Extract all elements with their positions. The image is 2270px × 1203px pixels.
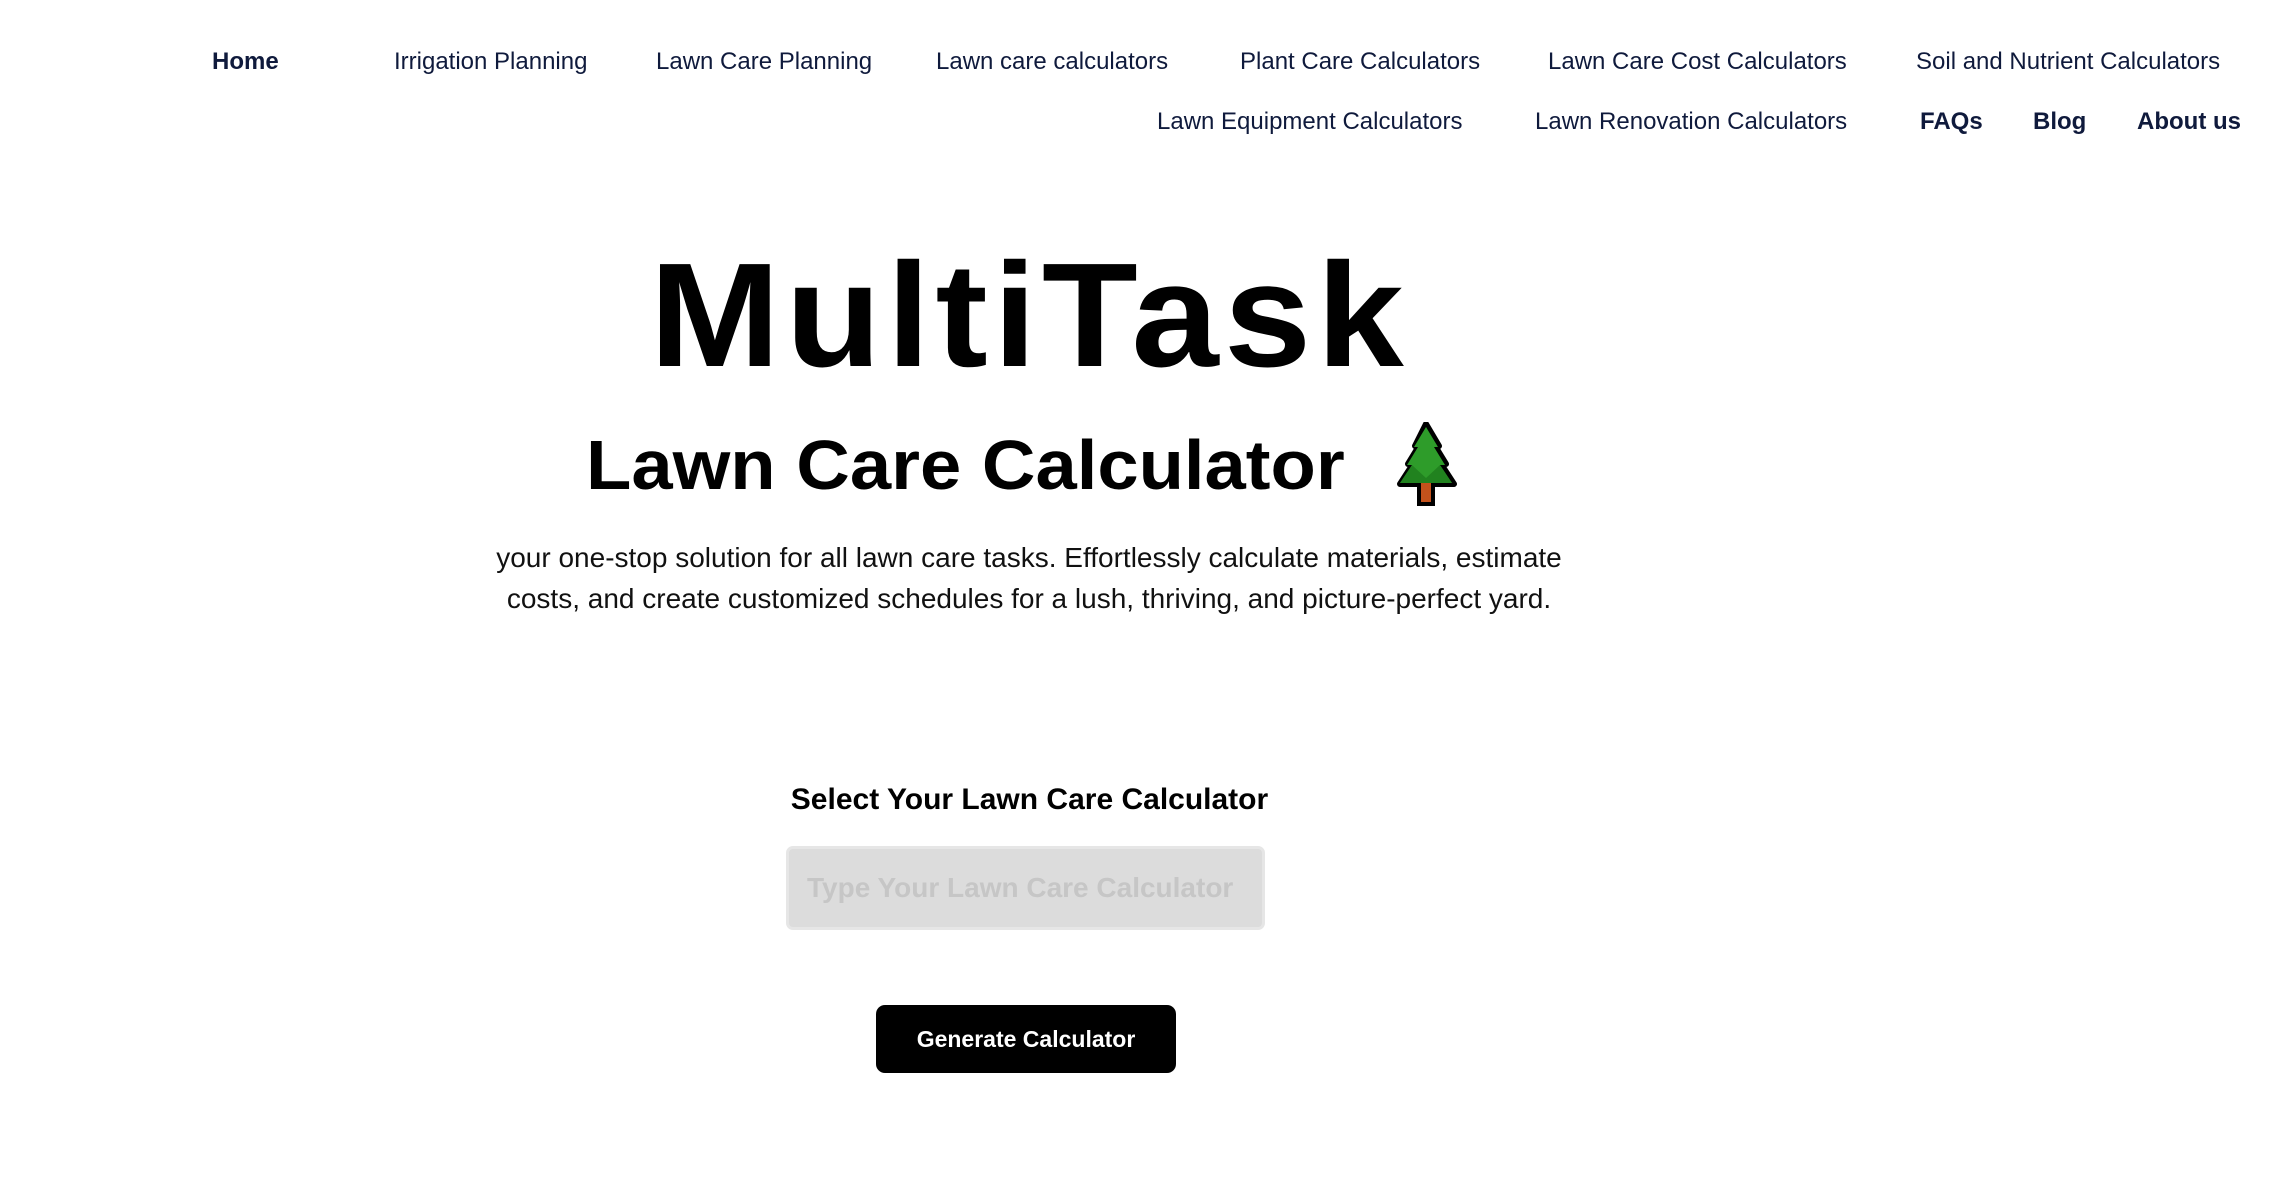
nav-lawn-renovation-calculators[interactable]: Lawn Renovation Calculators (1535, 107, 1847, 137)
hero-title-text: MultiTask (649, 233, 1410, 398)
nav-lawn-care-calculators[interactable]: Lawn care calculators (936, 47, 1168, 77)
nav-soil-nutrient-calculators[interactable]: Soil and Nutrient Calculators (1916, 47, 2220, 77)
generate-calculator-button[interactable]: Generate Calculator (876, 1005, 1176, 1073)
nav-about-us[interactable]: About us (2137, 107, 2241, 137)
nav-irrigation-planning[interactable]: Irrigation Planning (394, 47, 587, 77)
hero-title: MultiTask (0, 236, 2059, 396)
nav-plant-care-calculators[interactable]: Plant Care Calculators (1240, 47, 1480, 77)
nav-lawn-care-planning[interactable]: Lawn Care Planning (656, 47, 872, 77)
calculator-search-input[interactable] (786, 846, 1265, 930)
nav-lawn-care-cost-calculators[interactable]: Lawn Care Cost Calculators (1548, 47, 1847, 77)
nav-lawn-equipment-calculators[interactable]: Lawn Equipment Calculators (1157, 107, 1463, 137)
hero-description: your one-stop solution for all lawn care… (496, 542, 1562, 614)
evergreen-tree-icon (1397, 422, 1457, 506)
nav-blog[interactable]: Blog (2033, 107, 2086, 137)
select-calculator-heading: Select Your Lawn Care Calculator (790, 783, 1269, 816)
nav-home[interactable]: Home (212, 47, 279, 77)
hero-subtitle: Lawn Care Calculator (586, 420, 1457, 510)
nav-faqs[interactable]: FAQs (1920, 107, 1983, 137)
hero-subtitle-text: Lawn Care Calculator (586, 426, 1345, 504)
